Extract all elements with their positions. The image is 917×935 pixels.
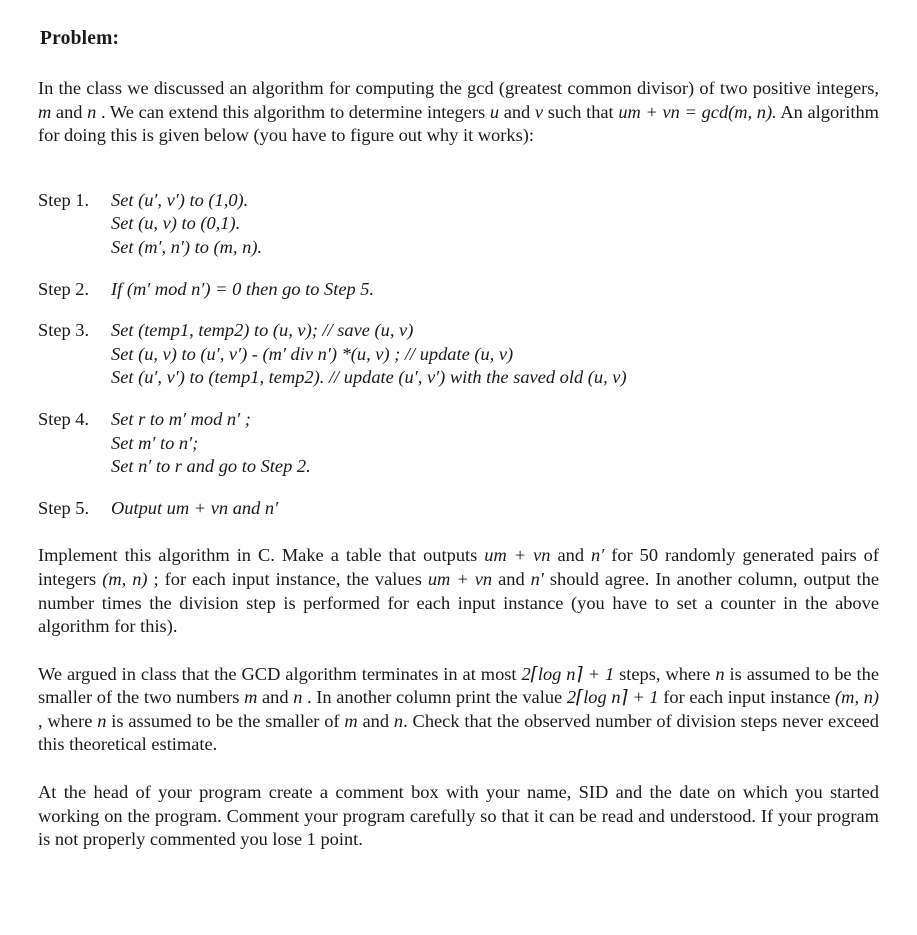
implement-paragraph: Implement this algorithm in C. Make a ta… <box>38 544 879 638</box>
intro-text-4: and <box>499 101 535 122</box>
implement-text-1: Implement this algorithm in C. Make a ta… <box>38 545 485 566</box>
expr-pair-mn-a: (m, n) <box>102 568 148 589</box>
step-3-line-3: Set (u′, v′) to (temp1, temp2). // updat… <box>111 367 627 388</box>
step-5-label: Step 5. <box>38 497 90 518</box>
step-1-line-3: Set (m′, n′) to (m, n). <box>111 236 263 257</box>
intro-text-5: such that <box>543 101 619 122</box>
step-4-label: Step 4. <box>38 408 90 429</box>
var-m: m <box>38 101 52 122</box>
page-title: Problem: <box>40 28 120 49</box>
step-5: Step 5. Output um + vn and n′ <box>38 497 879 521</box>
step-4-line-2: Set m′ to n′; <box>111 432 199 453</box>
step-3-line-1: Set (temp1, temp2) to (u, v); // save (u… <box>111 320 414 341</box>
step-4: Step 4. Set r to m′ mod n′ ; Set m′ to n… <box>38 408 879 479</box>
argued-text-1: We argued in class that the GCD algorith… <box>38 663 522 684</box>
comment-box-paragraph: At the head of your program create a com… <box>38 782 879 850</box>
document-page: Problem: In the class we discussed an al… <box>0 0 917 935</box>
argued-text-7: , where <box>38 710 98 731</box>
var-m-b: m <box>344 710 358 731</box>
step-1-line-2: Set (u, v) to (0,1). <box>111 213 241 234</box>
argued-text-5: . In another column print the value <box>302 687 567 708</box>
var-v: v <box>534 101 544 122</box>
step-5-line-1: Output um + vn and n′ <box>111 497 279 518</box>
intro-text-2: and <box>51 101 88 122</box>
step-2-body: If (m′ mod n′) = 0 then go to Step 5. <box>111 278 879 302</box>
step-3-line-2: Set (u, v) to (u′, v′) - (m′ div n′) *(u… <box>111 343 514 364</box>
step-1-body: Set (u′, v′) to (1,0). Set (u, v) to (0,… <box>111 189 879 260</box>
expr-n-prime-b: n′ <box>530 568 544 589</box>
expr-n-prime-a: n′ <box>591 545 605 566</box>
step-1-label: Step 1. <box>38 189 90 210</box>
expr-pair-mn-b: (m, n) <box>835 687 880 708</box>
implement-text-2: and <box>550 545 592 566</box>
intro-text-1: In the class we discussed an algorithm f… <box>38 78 879 98</box>
step-3: Step 3. Set (temp1, temp2) to (u, v); //… <box>38 319 879 390</box>
var-m-a: m <box>244 687 258 708</box>
expr-bound-a: 2⌈log n⌉ + 1 <box>521 663 615 684</box>
step-5-body: Output um + vn and n′ <box>111 497 879 521</box>
expr-um-vn-a: um + vn <box>484 545 551 566</box>
intro-text-3: . We can extend this algorithm to determ… <box>96 101 490 122</box>
step-3-body: Set (temp1, temp2) to (u, v); // save (u… <box>111 319 879 390</box>
argued-paragraph: We argued in class that the GCD algorith… <box>38 663 879 757</box>
algorithm-steps: Step 1. Set (u′, v′) to (1,0). Set (u, v… <box>38 189 879 521</box>
expr-um-vn-b: um + vn <box>427 568 493 589</box>
var-u: u <box>489 101 500 122</box>
argued-text-6: for each input instance <box>658 687 836 708</box>
step-4-line-3: Set n′ to r and go to Step 2. <box>111 456 311 477</box>
var-n: n <box>87 101 97 122</box>
implement-text-5: and <box>492 568 531 589</box>
step-4-line-1: Set r to m′ mod n′ ; <box>111 408 251 429</box>
argued-text-9: and <box>357 710 394 731</box>
step-2: Step 2. If (m′ mod n′) = 0 then go to St… <box>38 278 879 302</box>
argued-text-2: steps, where <box>614 663 716 684</box>
equation-bezout: um + vn = gcd(m, n). <box>618 101 777 122</box>
step-3-label: Step 3. <box>38 320 90 341</box>
step-1: Step 1. Set (u′, v′) to (1,0). Set (u, v… <box>38 189 879 260</box>
expr-bound-b: 2⌈log n⌉ + 1 <box>566 687 659 708</box>
implement-text-4: ; for each input instance, the values <box>147 568 428 589</box>
step-4-body: Set r to m′ mod n′ ; Set m′ to n′; Set n… <box>111 408 879 479</box>
var-n-d: n <box>393 710 404 731</box>
argued-text-8: is assumed to be the smaller of <box>106 710 345 731</box>
argued-text-4: and <box>257 687 294 708</box>
intro-paragraph: In the class we discussed an algorithm f… <box>38 77 879 148</box>
var-n-a: n <box>715 663 725 684</box>
step-2-line-1: If (m′ mod n′) = 0 then go to Step 5. <box>111 278 375 299</box>
step-1-line-1: Set (u′, v′) to (1,0). <box>111 189 249 210</box>
step-2-label: Step 2. <box>38 278 90 299</box>
